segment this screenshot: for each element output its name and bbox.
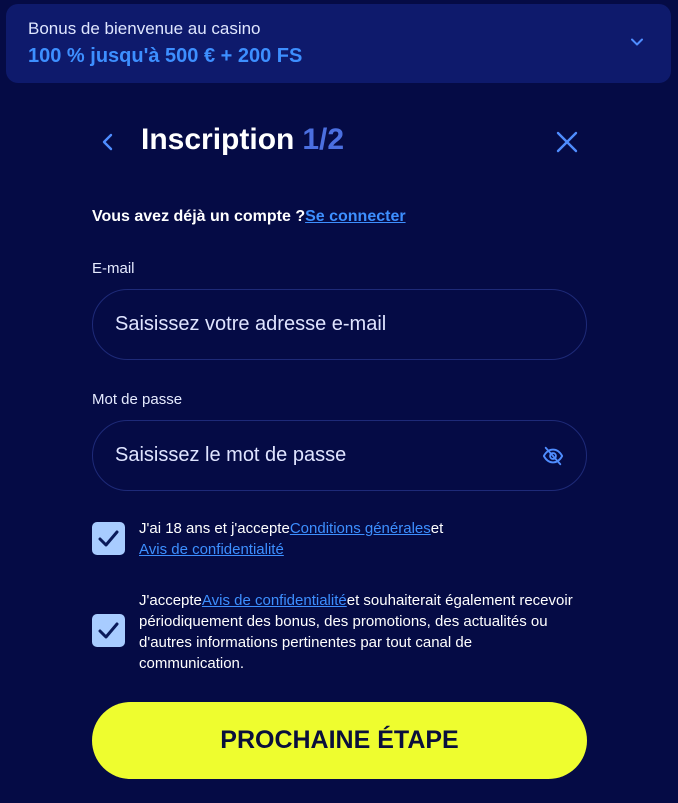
checkmark-icon [98, 622, 119, 639]
password-label: Mot de passe [92, 391, 183, 408]
page-title: Inscription 1/2 [141, 123, 344, 157]
chevron-down-icon[interactable] [629, 34, 645, 50]
bonus-title: Bonus de bienvenue au casino [28, 19, 261, 38]
marketing-consent-text: J'accepteAvis de confidentialitéet souha… [139, 590, 579, 674]
checkmark-icon [98, 530, 119, 547]
email-field[interactable] [115, 290, 535, 359]
eye-slash-icon[interactable] [542, 445, 564, 467]
password-field-wrapper [92, 420, 587, 491]
title-text: Inscription [141, 123, 295, 156]
marketing-text-before: J'accepte [139, 592, 202, 609]
modal-header: Inscription 1/2 [92, 120, 587, 166]
terms-checkbox[interactable] [92, 522, 125, 555]
terms-consent-text: J'ai 18 ans et j'accepteConditions génér… [139, 518, 579, 560]
bonus-banner[interactable]: Bonus de bienvenue au casino 100 % jusqu… [6, 4, 671, 83]
next-step-button[interactable]: PROCHAINE ÉTAPE [92, 702, 587, 779]
login-link[interactable]: Se connecter [305, 208, 405, 225]
chevron-left-icon[interactable] [98, 132, 118, 152]
marketing-checkbox[interactable] [92, 614, 125, 647]
password-field[interactable] [115, 421, 535, 490]
close-icon[interactable] [555, 130, 579, 154]
bonus-amount: 100 % jusqu'à 500 € + 200 FS [28, 45, 303, 67]
terms-text-before: J'ai 18 ans et j'accepte [139, 520, 290, 537]
step-indicator: 1/2 [302, 123, 345, 156]
marketing-privacy-link[interactable]: Avis de confidentialité [202, 592, 347, 609]
email-field-wrapper [92, 289, 587, 360]
registration-page: Bonus de bienvenue au casino 100 % jusqu… [0, 0, 678, 803]
email-label: E-mail [92, 260, 135, 277]
login-prompt: Vous avez déjà un compte ?Se connecter [92, 208, 406, 226]
terms-link[interactable]: Conditions générales [290, 520, 431, 537]
login-prompt-text: Vous avez déjà un compte ? [92, 208, 306, 225]
terms-text-middle: et [430, 520, 444, 537]
privacy-link[interactable]: Avis de confidentialité [139, 541, 284, 558]
